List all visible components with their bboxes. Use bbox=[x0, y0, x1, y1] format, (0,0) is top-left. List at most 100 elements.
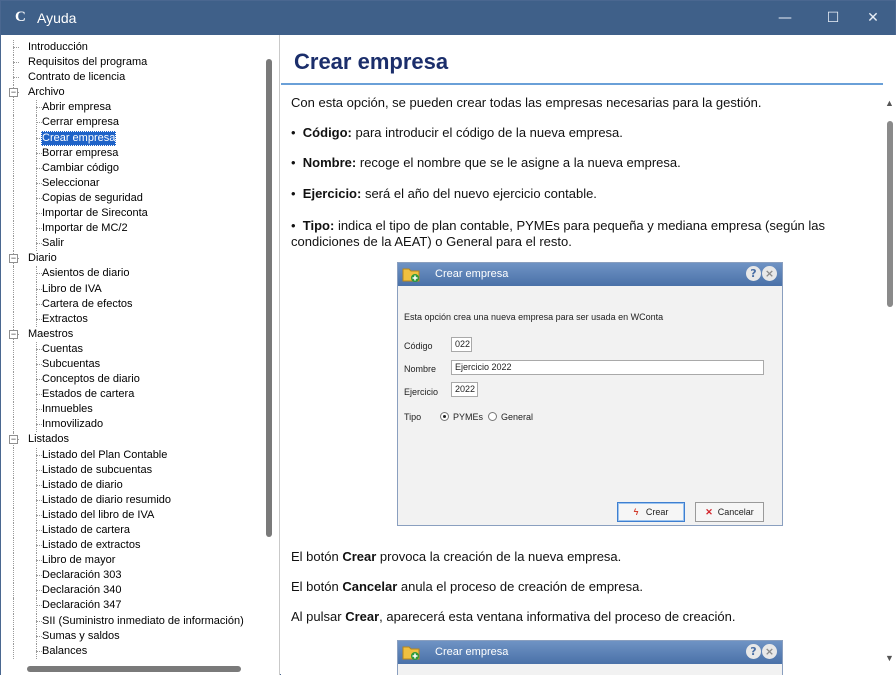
tree-item-label[interactable]: Requisitos del programa bbox=[27, 55, 148, 70]
tree-item-label[interactable]: Sumas y saldos bbox=[41, 629, 121, 644]
tree-item[interactable]: Balances bbox=[1, 643, 263, 659]
tree-item-label[interactable]: Declaración 347 bbox=[41, 598, 123, 613]
tree-item-label[interactable]: Archivo bbox=[27, 85, 66, 100]
tree-item[interactable]: Conceptos de diario bbox=[1, 372, 263, 388]
tree-item[interactable]: Cerrar empresa bbox=[1, 115, 263, 131]
close-icon[interactable]: ✕ bbox=[853, 1, 893, 35]
tree-item-label[interactable]: Extractos bbox=[41, 312, 89, 327]
tree-item-label[interactable]: Listado del libro de IVA bbox=[41, 508, 155, 523]
tree-vertical-scrollbar[interactable] bbox=[266, 59, 272, 537]
tree-item-label[interactable]: Conceptos de diario bbox=[41, 372, 141, 387]
tree-item[interactable]: Cambiar código bbox=[1, 160, 263, 176]
tree-item-label[interactable]: Introducción bbox=[27, 40, 89, 55]
tree-item[interactable]: Estados de cartera bbox=[1, 387, 263, 403]
tree-item[interactable]: Listado de subcuentas bbox=[1, 462, 263, 478]
title-bar[interactable]: C Ayuda — ☐ ✕ bbox=[1, 1, 895, 35]
tree-item[interactable]: Borrar empresa bbox=[1, 145, 263, 161]
tree-item[interactable]: Libro de mayor bbox=[1, 553, 263, 569]
tree-item-label[interactable]: Listados bbox=[27, 432, 70, 447]
tree-item-label[interactable]: Listado de subcuentas bbox=[41, 463, 153, 478]
tree-item[interactable]: Inmovilizado bbox=[1, 417, 263, 433]
collapse-icon[interactable]: − bbox=[9, 329, 18, 339]
tree-item-label[interactable]: Estados de cartera bbox=[41, 387, 135, 402]
tree-item[interactable]: Cartera de efectos bbox=[1, 296, 263, 312]
maximize-icon[interactable]: ☐ bbox=[813, 1, 853, 35]
collapse-icon[interactable]: − bbox=[9, 435, 18, 445]
tree-item-label[interactable]: Copias de seguridad bbox=[41, 191, 144, 206]
tree-item[interactable]: Importar de Sireconta bbox=[1, 206, 263, 222]
page-title: Crear empresa bbox=[294, 49, 449, 74]
tree-item-label[interactable]: Listado de diario resumido bbox=[41, 493, 172, 508]
tree-item-label[interactable]: Crear empresa bbox=[41, 130, 117, 146]
tree-item[interactable]: Declaración 347 bbox=[1, 598, 263, 614]
tree-item[interactable]: SII (Suministro inmediato de información… bbox=[1, 613, 263, 629]
tree-item[interactable]: Requisitos del programa bbox=[1, 55, 263, 71]
tree-item[interactable]: Salir bbox=[1, 236, 263, 252]
tree-item-label[interactable]: Importar de Sireconta bbox=[41, 206, 149, 221]
tree-item-label[interactable]: Listado de diario bbox=[41, 478, 124, 493]
tree-item[interactable]: Abrir empresa bbox=[1, 100, 263, 116]
tree-item-label[interactable]: Libro de mayor bbox=[41, 553, 116, 568]
scroll-thumb[interactable] bbox=[887, 121, 893, 307]
tree-folder[interactable]: − Listados bbox=[1, 432, 263, 448]
tree-item[interactable]: Asientos de diario bbox=[1, 266, 263, 282]
tree-item[interactable]: Listado de diario resumido bbox=[1, 492, 263, 508]
tree-item[interactable]: Contrato de licencia bbox=[1, 70, 263, 86]
tree-item[interactable]: Subcuentas bbox=[1, 356, 263, 373]
dialog-body: Esta opción crea una nueva empresa para … bbox=[398, 286, 782, 526]
collapse-icon[interactable]: − bbox=[9, 254, 18, 264]
tree-item[interactable]: Importar de MC/2 bbox=[1, 221, 263, 237]
tree-item-label[interactable]: Listado de cartera bbox=[41, 523, 131, 538]
tree-item[interactable]: Declaración 340 bbox=[1, 583, 263, 599]
tree-item[interactable]: Declaración 303 bbox=[1, 568, 263, 584]
tree-item[interactable]: Listado de diario bbox=[1, 477, 263, 493]
tree-item[interactable]: Listado del libro de IVA bbox=[1, 507, 263, 523]
tree-item-label[interactable]: Seleccionar bbox=[41, 176, 100, 191]
tree-item-label[interactable]: Cambiar código bbox=[41, 161, 120, 176]
tree-item[interactable]: Cuentas bbox=[1, 341, 263, 357]
tree-item-label[interactable]: Contrato de licencia bbox=[27, 70, 126, 85]
tree-item-label[interactable]: Listado del Plan Contable bbox=[41, 448, 168, 463]
crear-paragraph: El botón Crear provoca la creación de la… bbox=[291, 549, 876, 565]
tree-item-label[interactable]: Maestros bbox=[27, 327, 74, 342]
tree-folder[interactable]: − Diario bbox=[1, 251, 263, 267]
scroll-up-icon[interactable]: ▲ bbox=[885, 98, 894, 108]
tree-item-label[interactable]: Inmuebles bbox=[41, 402, 94, 417]
tree-item[interactable]: Inmuebles bbox=[1, 402, 263, 418]
tree-item-label[interactable]: Balances bbox=[41, 644, 88, 659]
collapse-icon[interactable]: − bbox=[9, 88, 18, 98]
tree-folder[interactable]: − Maestros bbox=[1, 326, 263, 342]
tree-item[interactable]: Seleccionar bbox=[1, 175, 263, 191]
tree-item[interactable]: Crear empresa bbox=[1, 130, 263, 146]
tree-item-label[interactable]: Inmovilizado bbox=[41, 417, 104, 432]
tree-item[interactable]: Introducción bbox=[1, 40, 263, 56]
tree-item[interactable]: Sumas y saldos bbox=[1, 628, 263, 644]
tree-folder[interactable]: − Archivo bbox=[1, 85, 263, 101]
tree-item-label[interactable]: Cartera de efectos bbox=[41, 297, 134, 312]
tree-item[interactable]: Libro de IVA bbox=[1, 281, 263, 297]
tree-item-label[interactable]: Salir bbox=[41, 236, 65, 251]
tree-item[interactable]: Extractos bbox=[1, 311, 263, 327]
tree-item-label[interactable]: Diario bbox=[27, 251, 58, 266]
tree-item-label[interactable]: Libro de IVA bbox=[41, 282, 103, 297]
tree-item-label[interactable]: Cerrar empresa bbox=[41, 115, 120, 130]
tree-item[interactable]: Listado de cartera bbox=[1, 523, 263, 539]
tree-item-label[interactable]: Abrir empresa bbox=[41, 100, 112, 115]
tree-item-label[interactable]: Declaración 303 bbox=[41, 568, 123, 583]
tree-item-label[interactable]: Borrar empresa bbox=[41, 146, 119, 161]
scroll-down-icon[interactable]: ▼ bbox=[885, 653, 894, 663]
tree-item[interactable]: Listado del Plan Contable bbox=[1, 447, 263, 463]
tree-item-label[interactable]: Subcuentas bbox=[41, 357, 101, 372]
content-vertical-scrollbar[interactable]: ▲ ▼ bbox=[883, 35, 896, 675]
tree-item[interactable]: Listado de extractos bbox=[1, 538, 263, 554]
tree-item-label[interactable]: Listado de extractos bbox=[41, 538, 141, 553]
tree-item-label[interactable]: Asientos de diario bbox=[41, 266, 130, 281]
tree-item-label[interactable]: SII (Suministro inmediato de información… bbox=[41, 614, 245, 629]
tree-item-label[interactable]: Importar de MC/2 bbox=[41, 221, 129, 236]
tree-item-label[interactable]: Declaración 340 bbox=[41, 583, 123, 598]
tree-horizontal-scrollbar[interactable] bbox=[27, 666, 241, 672]
tree-item-label[interactable]: Cuentas bbox=[41, 342, 84, 357]
bullet-mark: • bbox=[291, 218, 296, 233]
minimize-icon[interactable]: — bbox=[765, 1, 805, 35]
tree-item[interactable]: Copias de seguridad bbox=[1, 190, 263, 207]
